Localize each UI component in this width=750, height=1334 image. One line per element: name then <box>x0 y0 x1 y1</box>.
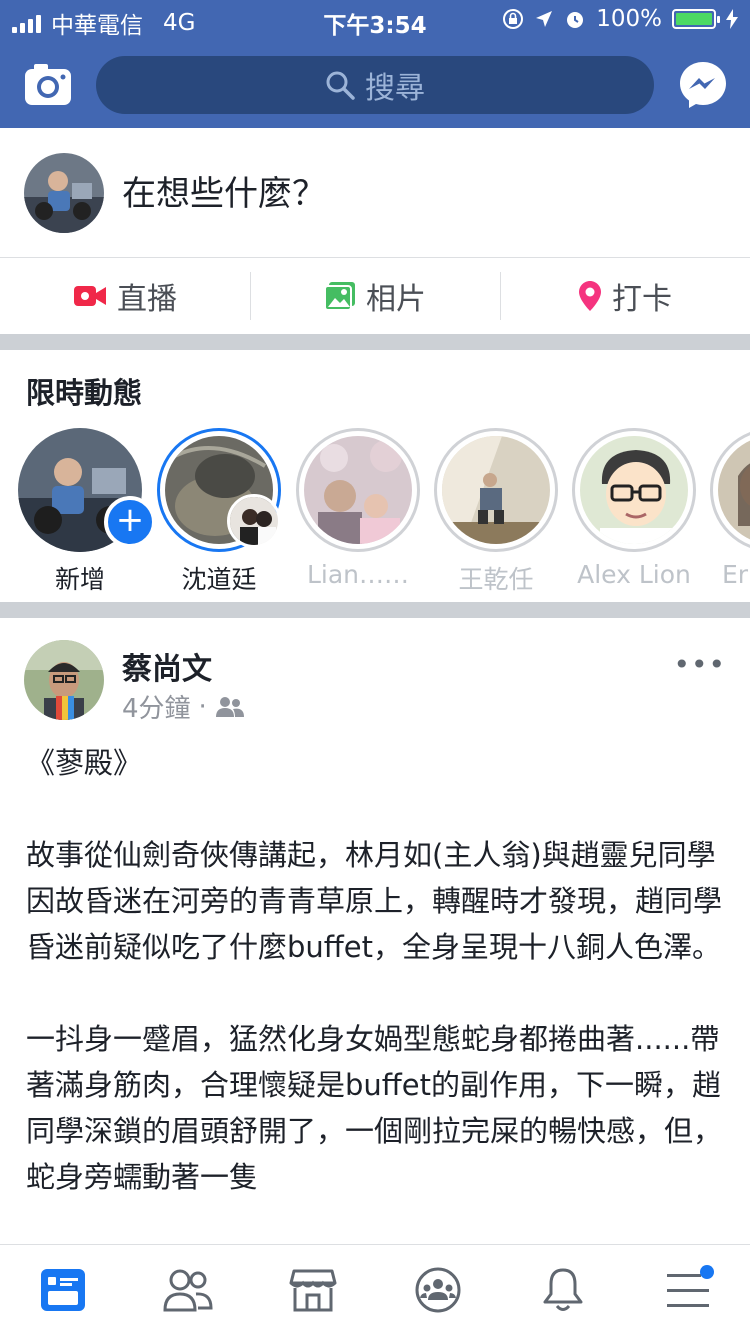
post-author-name[interactable]: 蔡尚文 <box>122 644 212 688</box>
tab-marketplace[interactable] <box>250 1245 375 1334</box>
story-thumbnail <box>304 436 412 544</box>
story-author-avatar <box>227 494 281 548</box>
story-item[interactable]: 沈道廷 <box>155 428 283 596</box>
story-name: 新增 <box>54 565 105 594</box>
post-meta: 4分鐘 · <box>122 688 245 725</box>
battery-icon <box>672 9 720 29</box>
story-name: 王乾任 <box>458 565 534 594</box>
stories-section: 限時動態 + 新增 沈道廷 Lian…… 王乾任 Alex Lion Er <box>0 350 750 602</box>
location-pin-icon <box>579 281 601 311</box>
status-bar: 中華電信 4G 下午3:54 100% <box>0 0 750 40</box>
menu-notification-dot <box>700 1265 714 1279</box>
search-icon <box>326 71 355 100</box>
checkin-label: 打卡 <box>612 282 672 317</box>
live-label: 直播 <box>117 282 177 317</box>
story-name: Er <box>722 560 749 589</box>
bell-icon <box>543 1268 582 1311</box>
search-placeholder: 搜尋 <box>365 71 425 106</box>
photo-icon <box>324 282 355 311</box>
story-name: 沈道廷 <box>181 565 257 594</box>
story-thumbnail <box>718 436 750 544</box>
section-divider <box>0 334 750 350</box>
groups-icon <box>415 1267 460 1312</box>
alarm-icon <box>567 12 584 28</box>
location-arrow-icon <box>536 11 553 27</box>
composer-prompt[interactable]: 在想些什麼？ <box>122 166 326 215</box>
composer-actions: 直播 相片 打卡 <box>0 258 750 334</box>
news-feed-icon <box>40 1268 85 1311</box>
stories-title: 限時動態 <box>26 376 143 410</box>
post-composer[interactable]: 在想些什麼？ <box>0 128 750 258</box>
friends-audience-icon <box>215 696 244 717</box>
marketplace-icon <box>289 1269 336 1311</box>
live-video-icon <box>74 286 106 306</box>
battery-percent: 100% <box>596 6 662 32</box>
post-text: 《蓼殿》 故事從仙劍奇俠傳講起，林月如(主人翁)與趙靈兒同學因故昏迷在河旁的青青… <box>26 746 723 1194</box>
tab-notifications[interactable] <box>500 1245 625 1334</box>
story-name: Lian…… <box>306 560 410 589</box>
rotation-lock-icon <box>503 9 524 29</box>
story-item[interactable]: Er <box>708 428 750 589</box>
post-timestamp[interactable]: 4分鐘 <box>122 688 191 725</box>
messenger-icon[interactable] <box>678 60 728 110</box>
live-button[interactable]: 直播 <box>0 258 250 334</box>
top-bar: 中華電信 4G 下午3:54 100% 搜尋 <box>0 0 750 128</box>
post-author-avatar[interactable] <box>24 640 104 720</box>
tab-groups[interactable] <box>375 1245 500 1334</box>
meta-separator: · <box>198 691 207 722</box>
bottom-tab-bar <box>0 1244 750 1334</box>
story-thumbnail <box>580 436 688 544</box>
search-bar[interactable]: 搜尋 <box>96 56 654 114</box>
add-story-icon[interactable]: + <box>104 496 156 548</box>
feed-post: 蔡尚文 4分鐘 · ••• 《蓼殿》 故事從仙劍奇俠傳講起，林月如(主人翁)與趙… <box>0 618 750 1244</box>
my-avatar[interactable] <box>24 153 104 233</box>
story-name: Alex Lion <box>577 560 691 589</box>
tab-news-feed[interactable] <box>0 1245 125 1334</box>
post-more-options[interactable]: ••• <box>673 648 726 681</box>
camera-icon[interactable] <box>24 62 72 106</box>
tab-friends[interactable] <box>125 1245 250 1334</box>
charging-icon <box>726 9 738 29</box>
story-add[interactable]: + 新增 <box>16 428 156 596</box>
photo-button[interactable]: 相片 <box>250 258 500 334</box>
checkin-button[interactable]: 打卡 <box>500 258 750 334</box>
tab-menu[interactable] <box>625 1245 750 1334</box>
story-item[interactable]: Lian…… <box>294 428 422 589</box>
photo-label: 相片 <box>366 282 426 317</box>
friends-icon <box>162 1269 213 1311</box>
section-divider <box>0 602 750 618</box>
story-thumbnail <box>442 436 550 544</box>
story-item[interactable]: Alex Lion <box>570 428 698 589</box>
story-item[interactable]: 王乾任 <box>432 428 560 596</box>
